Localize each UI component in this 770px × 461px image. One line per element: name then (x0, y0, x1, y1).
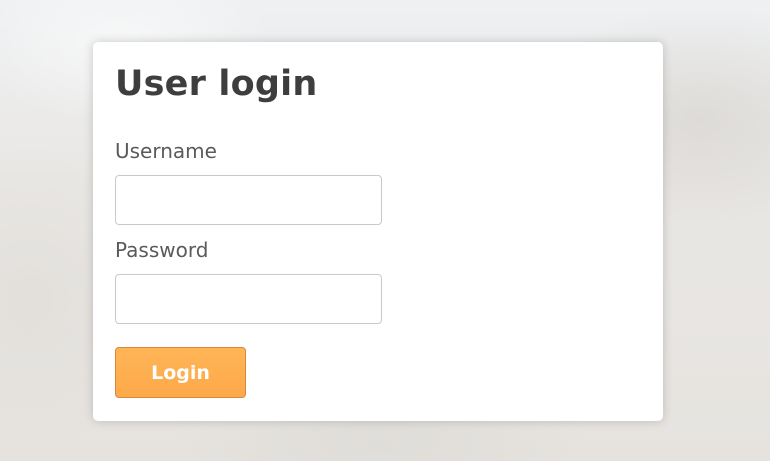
login-card: User login Username Password Login (93, 42, 663, 421)
password-field[interactable] (115, 274, 382, 324)
username-label: Username (115, 139, 217, 163)
page-title: User login (115, 64, 318, 104)
password-label: Password (115, 238, 209, 262)
username-field[interactable] (115, 175, 382, 225)
login-button[interactable]: Login (115, 347, 246, 398)
